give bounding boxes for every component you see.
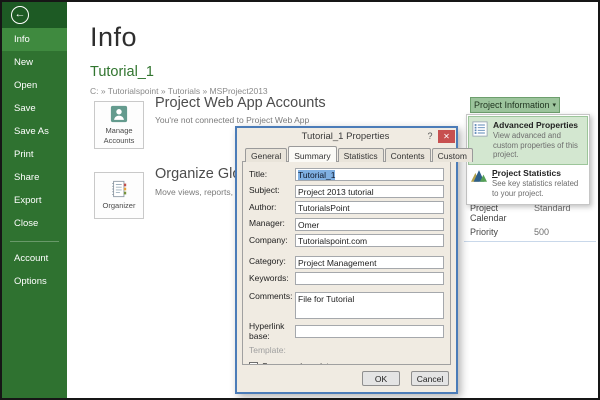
tab-statistics[interactable]: Statistics bbox=[337, 148, 384, 162]
sidebar-item-info[interactable]: Info bbox=[2, 28, 67, 51]
notebook-icon bbox=[112, 181, 127, 198]
menu-item-project-statistics[interactable]: Project Statistics See key statistics re… bbox=[468, 165, 588, 202]
project-statistics-desc: See key statistics related to your proje… bbox=[492, 179, 579, 198]
organizer-label: Organizer bbox=[102, 201, 136, 211]
sidebar-nav: Info New Open Save Save As Print Share E… bbox=[2, 28, 67, 293]
sidebar-item-close[interactable]: Close bbox=[2, 212, 67, 235]
menu-item-advanced-properties[interactable]: Advanced Properties View advanced and cu… bbox=[468, 116, 588, 166]
category-input[interactable]: Project Management bbox=[295, 255, 444, 269]
section-desc-web-app: You're not connected to Project Web App bbox=[155, 115, 310, 125]
subject-input[interactable]: Project 2013 tutorial bbox=[295, 184, 444, 198]
sidebar-divider bbox=[10, 241, 59, 242]
dialog-titlebar[interactable]: Tutorial_1 Properties ? ✕ bbox=[237, 128, 456, 144]
close-icon[interactable]: ✕ bbox=[438, 130, 455, 143]
app-window: ← Info New Open Save Save As Print Share… bbox=[0, 0, 600, 400]
template-label: Template: bbox=[249, 345, 286, 356]
stat-priority: Priority 500 bbox=[470, 227, 550, 237]
sidebar-item-save[interactable]: Save bbox=[2, 97, 67, 120]
sidebar-item-export[interactable]: Export bbox=[2, 189, 67, 212]
author-input[interactable]: TutorialsPoint bbox=[295, 201, 444, 214]
project-statistics-title: Project Statistics bbox=[492, 168, 561, 179]
sidebar-item-save-as[interactable]: Save As bbox=[2, 120, 67, 143]
field-subject: Subject: Project 2013 tutorial bbox=[249, 184, 444, 198]
sidebar-item-account[interactable]: Account bbox=[2, 247, 67, 270]
sidebar-item-new[interactable]: New bbox=[2, 51, 67, 74]
keywords-input[interactable] bbox=[295, 272, 444, 285]
statistics-mountains-icon bbox=[471, 168, 488, 198]
field-company: Company: Tutorialspoint.com bbox=[249, 234, 444, 247]
tab-summary[interactable]: Summary bbox=[288, 146, 337, 163]
comments-input[interactable]: File for Tutorial bbox=[295, 291, 444, 319]
company-input[interactable]: Tutorialspoint.com bbox=[295, 234, 444, 247]
tab-general[interactable]: General bbox=[245, 148, 288, 162]
properties-sheet-icon bbox=[472, 120, 489, 160]
project-information-button[interactable]: Project Information ▾ bbox=[470, 97, 560, 113]
title-input[interactable]: Tutorial_1 bbox=[295, 168, 444, 181]
sidebar-item-share[interactable]: Share bbox=[2, 166, 67, 189]
organizer-button[interactable]: Organizer bbox=[94, 172, 144, 219]
page-title: Info bbox=[90, 22, 138, 52]
field-hyperlink-base: Hyperlink base: bbox=[249, 321, 444, 342]
field-author: Author: TutorialsPoint bbox=[249, 201, 444, 214]
dialog-title: Tutorial_1 Properties bbox=[301, 130, 390, 142]
cancel-button[interactable]: Cancel bbox=[411, 371, 449, 386]
backstage-sidebar: ← Info New Open Save Save As Print Share… bbox=[2, 2, 67, 398]
project-name: Tutorial_1 bbox=[90, 64, 154, 80]
field-comments: Comments: File for Tutorial bbox=[249, 291, 444, 319]
back-band: ← bbox=[2, 2, 67, 28]
sidebar-item-print[interactable]: Print bbox=[2, 143, 67, 166]
person-icon bbox=[110, 106, 128, 123]
sidebar-item-options[interactable]: Options bbox=[2, 270, 67, 293]
back-arrow-icon: ← bbox=[14, 8, 26, 20]
back-button[interactable]: ← bbox=[11, 6, 29, 24]
project-information-menu: Advanced Properties View advanced and cu… bbox=[466, 114, 590, 205]
field-keywords: Keywords: bbox=[249, 272, 444, 285]
advanced-properties-title: Advanced Properties bbox=[493, 120, 579, 130]
manage-accounts-label: Manage Accounts bbox=[103, 126, 135, 145]
hyperlink-base-input[interactable] bbox=[295, 325, 444, 339]
stat-project-calendar: Project Calendar Standard bbox=[470, 202, 571, 223]
help-button[interactable]: ? bbox=[424, 131, 436, 141]
manage-accounts-button[interactable]: Manage Accounts bbox=[94, 101, 144, 149]
section-heading-web-app: Project Web App Accounts bbox=[155, 95, 326, 111]
summary-tab-panel: Title: Tutorial_1 Subject: Project 2013 … bbox=[242, 161, 451, 365]
dialog-tabs: General Summary Statistics Contents Cust… bbox=[242, 146, 473, 163]
field-title: Title: Tutorial_1 bbox=[249, 168, 444, 181]
tab-contents[interactable]: Contents bbox=[384, 148, 431, 162]
advanced-properties-desc: View advanced and custom properties of t… bbox=[493, 131, 578, 160]
tab-custom[interactable]: Custom bbox=[431, 148, 473, 162]
ok-button[interactable]: OK bbox=[362, 371, 400, 386]
field-category: Category: Project Management bbox=[249, 255, 444, 269]
properties-dialog: Tutorial_1 Properties ? ✕ General Summar… bbox=[235, 126, 473, 394]
dropdown-caret-icon: ▾ bbox=[552, 102, 557, 109]
field-manager: Manager: Omer bbox=[249, 217, 444, 231]
sidebar-item-open[interactable]: Open bbox=[2, 74, 67, 97]
project-information-label: Project Information bbox=[473, 100, 550, 110]
manager-input[interactable]: Omer bbox=[295, 217, 444, 231]
